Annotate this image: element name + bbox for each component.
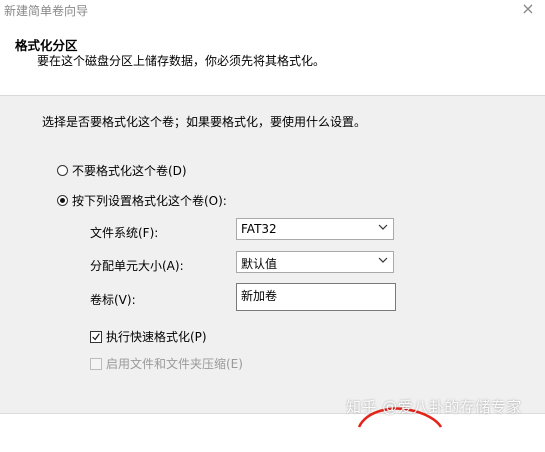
enable-compression-checkbox: 启用文件和文件夹压缩(E): [90, 355, 243, 372]
quick-format-checkbox[interactable]: 执行快速格式化(P): [90, 328, 207, 345]
filesystem-select[interactable]: FAT32: [236, 218, 394, 240]
radio-button-icon[interactable]: [57, 195, 68, 206]
chevron-down-icon: [378, 257, 388, 263]
window-title: 新建简单卷向导: [4, 4, 89, 18]
intro-text: 选择是否要格式化这个卷；如果要格式化，要使用什么设置。: [42, 115, 367, 129]
wizard-content: 选择是否要格式化这个卷；如果要格式化，要使用什么设置。 不要格式化这个卷(D) …: [0, 96, 545, 413]
volume-label-input[interactable]: 新加卷: [236, 283, 396, 311]
page-description: 要在这个磁盘分区上储存数据，你必须先将其格式化。: [37, 54, 326, 68]
allocation-select[interactable]: 默认值: [236, 251, 394, 273]
radio-label: 不要格式化这个卷(D): [72, 164, 187, 178]
volume-label-value: 新加卷: [241, 289, 278, 303]
filesystem-label: 文件系统(F):: [90, 226, 159, 240]
close-button[interactable]: ×: [519, 0, 537, 18]
radio-label: 按下列设置格式化这个卷(O):: [72, 194, 227, 208]
wizard-header: 格式化分区 要在这个磁盘分区上储存数据，你必须先将其格式化。: [0, 22, 545, 95]
radio-format-volume[interactable]: 按下列设置格式化这个卷(O):: [57, 192, 227, 209]
checkmark-icon: [92, 332, 100, 340]
volume-label-label: 卷标(V):: [90, 293, 136, 307]
allocation-value: 默认值: [241, 257, 278, 271]
title-bar: 新建简单卷向导 ×: [0, 0, 545, 22]
checkbox-label: 启用文件和文件夹压缩(E): [106, 357, 243, 371]
checkbox-box: [90, 357, 102, 370]
checkbox-box[interactable]: [90, 330, 102, 343]
watermark-text: 知乎 @爱八卦的存储专家: [346, 398, 522, 416]
radio-button-icon[interactable]: [57, 165, 68, 176]
filesystem-value: FAT32: [241, 222, 277, 236]
allocation-label: 分配单元大小(A):: [90, 259, 184, 273]
checkbox-label: 执行快速格式化(P): [106, 330, 207, 344]
chevron-down-icon: [378, 224, 388, 230]
radio-do-not-format[interactable]: 不要格式化这个卷(D): [57, 162, 187, 179]
